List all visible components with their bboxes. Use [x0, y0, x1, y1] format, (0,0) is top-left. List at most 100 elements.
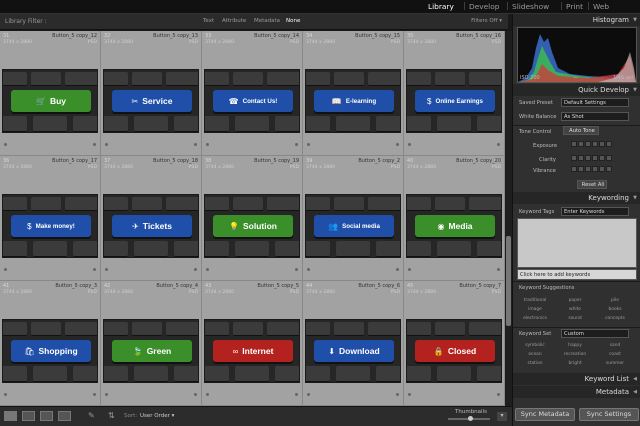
stepper-button[interactable]: [592, 141, 598, 147]
flag-dot[interactable]: [4, 143, 7, 146]
stepper-button[interactable]: [571, 166, 577, 172]
keyword-tags-dropdown[interactable]: Enter Keywords: [561, 207, 629, 216]
auto-tone-button[interactable]: Auto Tone: [563, 126, 599, 135]
toolbar-menu-button[interactable]: ▾: [497, 412, 507, 421]
stepper-button[interactable]: [606, 155, 612, 161]
thumbnail-image[interactable]: ✂ Service: [103, 69, 199, 133]
sort-dropdown[interactable]: User Order ▾: [140, 413, 174, 419]
filters-off-toggle[interactable]: Filters Off ▾: [471, 18, 502, 24]
thumbnail-image[interactable]: ◉ Media: [406, 194, 502, 258]
keyword-chip[interactable]: summer: [597, 361, 633, 366]
grid-view-button[interactable]: [4, 411, 17, 421]
thumbnail-image[interactable]: $ Online Earnings: [406, 69, 502, 133]
grid-scrollbar[interactable]: [505, 31, 512, 406]
grid-cell[interactable]: 35 Button_5 copy_16 3744 x 2880 PSD $ Online …: [404, 31, 505, 156]
grid-cell[interactable]: 37 Button_5 copy_18 3744 x 2880 PSD ✈ Tickets: [101, 156, 202, 281]
thumbnail-image[interactable]: 🍃 Green: [103, 319, 199, 383]
thumbnail-image[interactable]: ⬇ Download: [305, 319, 401, 383]
filter-text[interactable]: Text: [203, 18, 214, 24]
filter-attribute[interactable]: Attribute: [222, 18, 246, 24]
rotate-dot[interactable]: [194, 143, 197, 146]
rotate-dot[interactable]: [497, 393, 500, 396]
rotate-dot[interactable]: [396, 268, 399, 271]
keyword-chip[interactable]: pile: [597, 298, 633, 303]
flag-dot[interactable]: [307, 143, 310, 146]
stepper-button[interactable]: [606, 141, 612, 147]
flag-dot[interactable]: [408, 393, 411, 396]
keyword-chip[interactable]: concepts: [597, 316, 633, 321]
rotate-dot[interactable]: [194, 268, 197, 271]
keyword-chip[interactable]: coast: [597, 352, 633, 357]
flag-dot[interactable]: [206, 393, 209, 396]
flag-dot[interactable]: [408, 268, 411, 271]
painter-icon[interactable]: ✎: [88, 411, 95, 420]
saved-preset-dropdown[interactable]: Default Settings: [561, 98, 629, 107]
rotate-dot[interactable]: [396, 143, 399, 146]
stepper-button[interactable]: [578, 166, 584, 172]
stepper-button[interactable]: [599, 141, 605, 147]
rotate-dot[interactable]: [497, 268, 500, 271]
stepper-button[interactable]: [571, 155, 577, 161]
rotate-dot[interactable]: [295, 268, 298, 271]
grid-cell[interactable]: 32 Button_5 copy_13 3744 x 2880 PSD ✂ Service: [101, 31, 202, 156]
thumbnail-image[interactable]: $ Make money!: [2, 194, 98, 258]
thumbnail-image[interactable]: ✈ Tickets: [103, 194, 199, 258]
sort-direction-icon[interactable]: ⇅: [108, 411, 115, 420]
thumbnail-image[interactable]: 🛍 Shopping: [2, 319, 98, 383]
stepper-button[interactable]: [599, 155, 605, 161]
rotate-dot[interactable]: [497, 143, 500, 146]
sync-settings-button[interactable]: Sync Settings: [579, 408, 639, 421]
module-develop[interactable]: Develop: [469, 2, 499, 11]
stepper-button[interactable]: [592, 155, 598, 161]
stepper-button[interactable]: [599, 166, 605, 172]
stepper-button[interactable]: [585, 166, 591, 172]
filter-none[interactable]: None: [286, 18, 300, 24]
stepper-button[interactable]: [585, 155, 591, 161]
grid-cell[interactable]: 33 Button_5 copy_14 3744 x 2880 PSD ☎ Contact…: [202, 31, 303, 156]
stepper-button[interactable]: [571, 141, 577, 147]
thumbnail-image[interactable]: ☎ Contact Us!: [204, 69, 300, 133]
keyword-chip[interactable]: books: [597, 307, 633, 312]
stepper-button[interactable]: [578, 155, 584, 161]
grid-cell[interactable]: 39 Button_5 copy_2 3744 x 2880 PSD 👥 Social m…: [303, 156, 404, 281]
thumbnail-image[interactable]: 📖 E-learning: [305, 69, 401, 133]
grid-cell[interactable]: 42 Button_5 copy_4 3744 x 2880 PSD 🍃 Green: [101, 281, 202, 406]
rotate-dot[interactable]: [295, 143, 298, 146]
add-keywords-field[interactable]: Click here to add keywords: [517, 269, 637, 280]
filter-metadata[interactable]: Metadata: [254, 18, 280, 24]
module-library[interactable]: Library: [428, 2, 454, 11]
keyword-list-header[interactable]: Keyword List ◀: [513, 373, 640, 385]
flag-dot[interactable]: [206, 268, 209, 271]
keyword-entry-area[interactable]: [517, 218, 637, 268]
metadata-header[interactable]: Metadata ◀: [513, 386, 640, 398]
rotate-dot[interactable]: [93, 268, 96, 271]
keyword-chip[interactable]: symbolic: [517, 343, 553, 348]
reset-all-button[interactable]: Reset All: [577, 180, 607, 189]
keyword-chip[interactable]: recreation: [557, 352, 593, 357]
sync-metadata-button[interactable]: Sync Metadata: [515, 408, 575, 421]
keyword-chip[interactable]: sound: [557, 316, 593, 321]
grid-cell[interactable]: 36 Button_5 copy_17 3744 x 2880 PSD $ Make mo…: [0, 156, 101, 281]
keyword-chip[interactable]: bright: [557, 361, 593, 366]
histogram-header[interactable]: Histogram ▼: [513, 14, 640, 26]
module-web[interactable]: Web: [593, 2, 609, 11]
stepper-button[interactable]: [585, 141, 591, 147]
flag-dot[interactable]: [307, 393, 310, 396]
survey-view-button[interactable]: [58, 411, 71, 421]
rotate-dot[interactable]: [93, 393, 96, 396]
grid-cell[interactable]: 40 Button_5 copy_20 3744 x 2880 PSD ◉ Media: [404, 156, 505, 281]
flag-dot[interactable]: [206, 143, 209, 146]
flag-dot[interactable]: [4, 268, 7, 271]
slider-knob[interactable]: [468, 416, 473, 421]
keyword-chip[interactable]: ocean: [517, 352, 553, 357]
keyword-chip[interactable]: electronics: [517, 316, 553, 321]
rotate-dot[interactable]: [295, 393, 298, 396]
keyword-chip[interactable]: traditional: [517, 298, 553, 303]
grid-cell[interactable]: 41 Button_5 copy_3 3744 x 2880 PSD 🛍 Shopping: [0, 281, 101, 406]
thumbnail-image[interactable]: 💡 Solution: [204, 194, 300, 258]
flag-dot[interactable]: [4, 393, 7, 396]
grid-cell[interactable]: 31 Button_5 copy_12 3744 x 2880 PSD 🛒 Buy: [0, 31, 101, 156]
module-slideshow[interactable]: Slideshow: [512, 2, 549, 11]
keyword-set-dropdown[interactable]: Custom: [561, 329, 629, 338]
keyword-chip[interactable]: white: [557, 307, 593, 312]
